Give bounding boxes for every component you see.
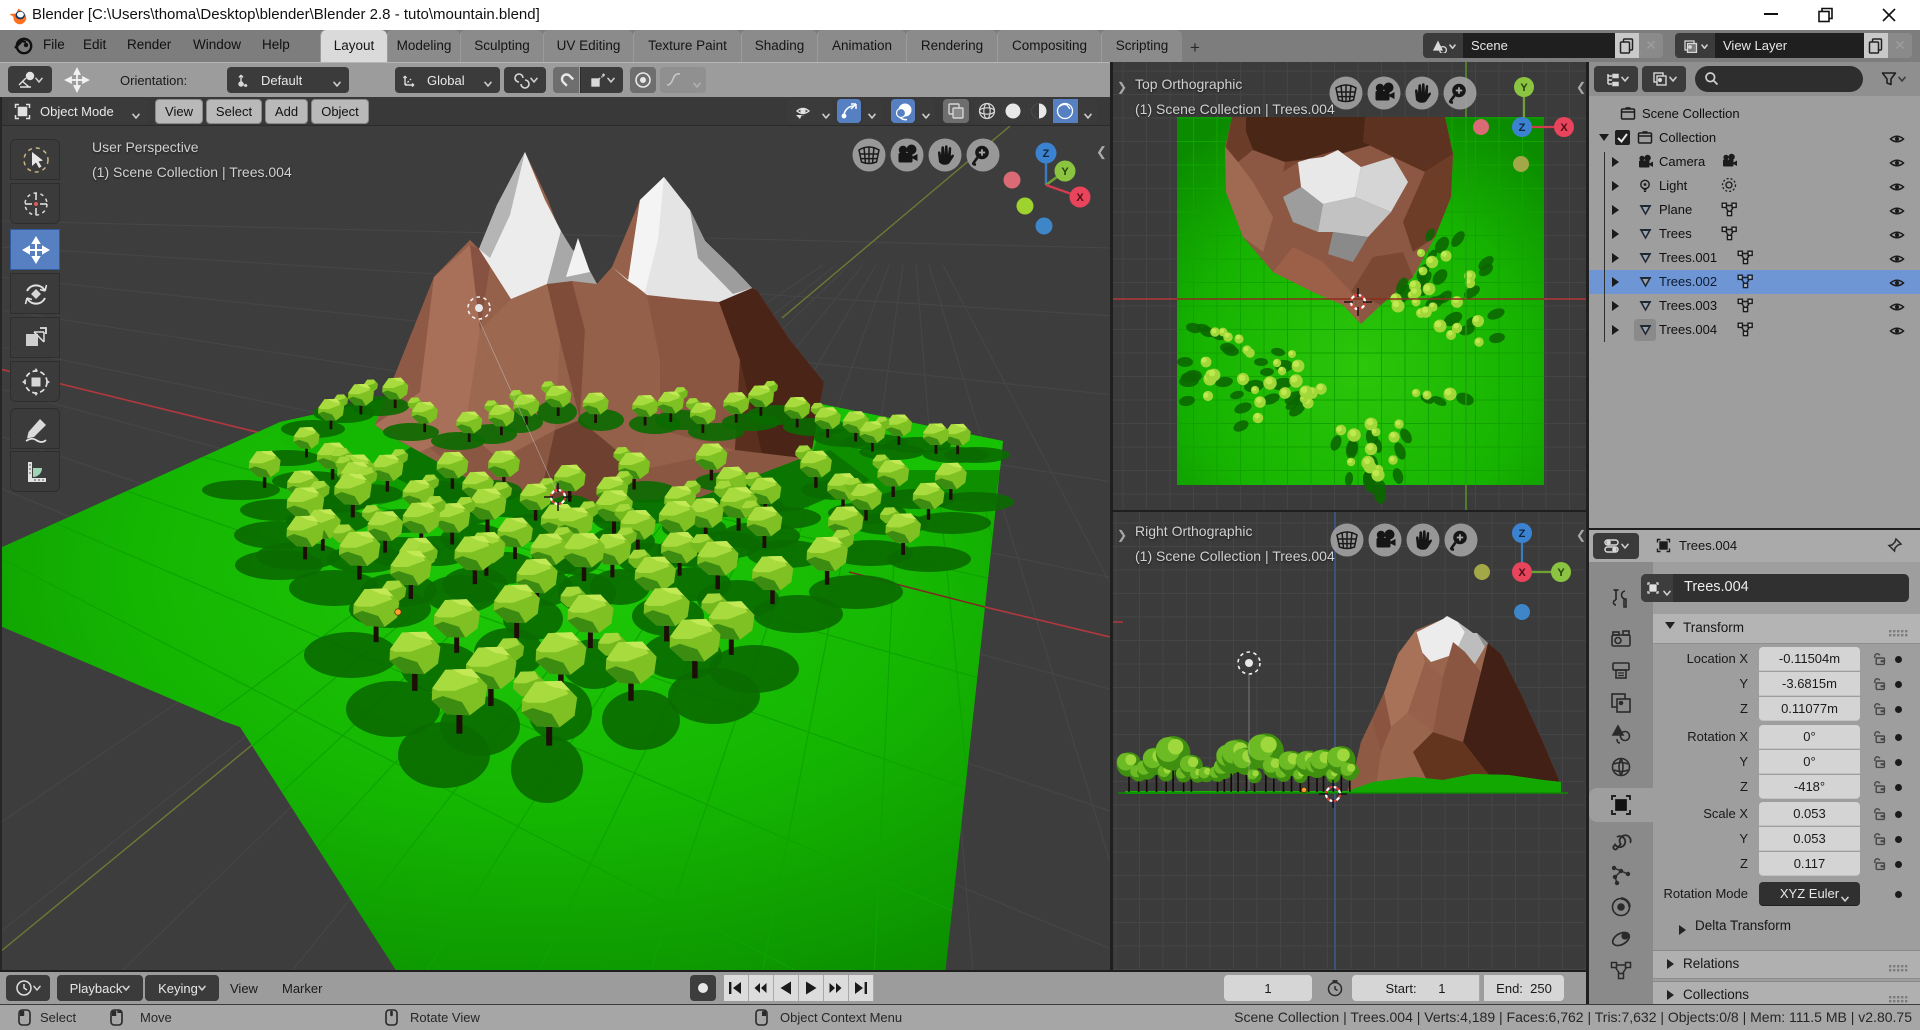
svg-text:Y: Y bbox=[1520, 82, 1528, 94]
svg-text:Z: Z bbox=[1043, 148, 1050, 160]
svg-text:Z: Z bbox=[1519, 122, 1526, 134]
svg-text:X: X bbox=[1560, 122, 1568, 134]
svg-text:Z: Z bbox=[1519, 528, 1526, 540]
svg-text:X: X bbox=[1076, 192, 1084, 204]
svg-text:X: X bbox=[1518, 567, 1526, 579]
svg-text:Y: Y bbox=[1061, 166, 1069, 178]
svg-text:Y: Y bbox=[1557, 567, 1565, 579]
